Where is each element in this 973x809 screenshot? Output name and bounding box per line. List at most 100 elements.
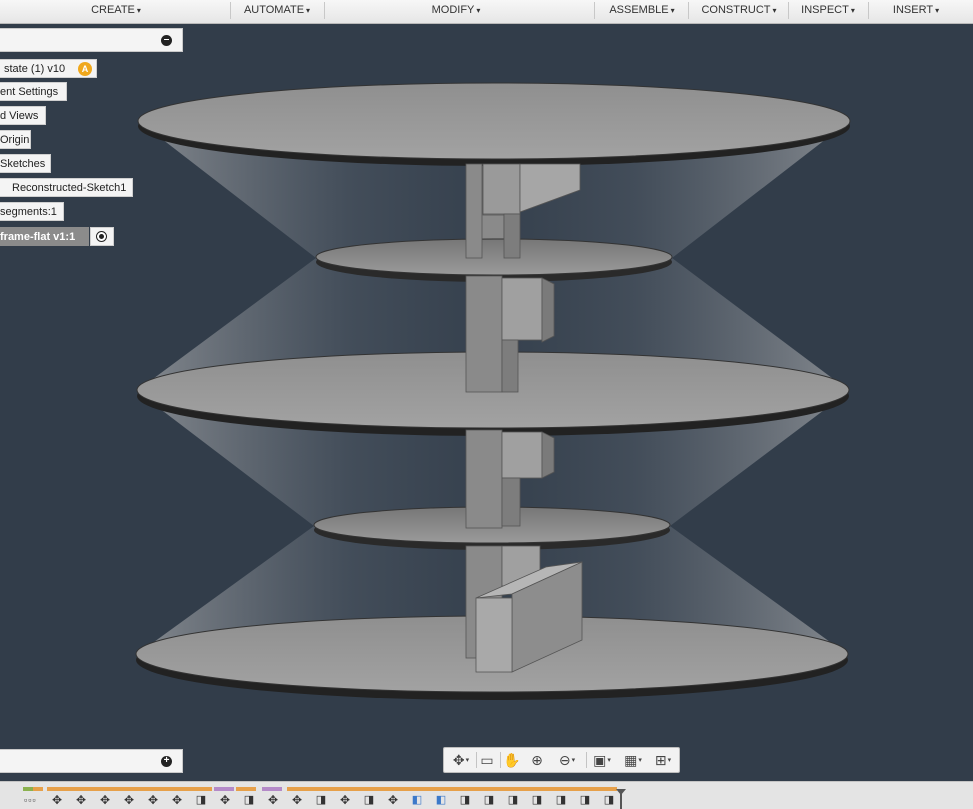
- timeline-band-feature: [262, 787, 282, 791]
- timeline-band-move: [287, 787, 617, 791]
- extrude-feature-icon[interactable]: ◨: [314, 794, 328, 806]
- fit-icon[interactable]: ⊖▾: [552, 751, 582, 769]
- activate-component-radio[interactable]: [90, 227, 114, 246]
- chevron-down-icon: ▾: [465, 757, 470, 765]
- warning-icon[interactable]: A: [78, 62, 92, 76]
- model-viewport[interactable]: [0, 23, 973, 749]
- extrude-feature-icon[interactable]: ◨: [506, 794, 520, 806]
- modify-menu-label: MODIFY: [431, 4, 475, 16]
- timeline-band-move: [33, 787, 43, 791]
- browser-node-settings[interactable]: ent Settings: [0, 82, 67, 101]
- browser-node-origin[interactable]: Origin: [0, 130, 31, 149]
- move-feature-icon[interactable]: ✥: [122, 794, 136, 806]
- extrude-feature-icon[interactable]: ◨: [242, 794, 256, 806]
- automate-menu[interactable]: AUTOMATE ▾: [232, 0, 322, 22]
- inspect-menu-label: INSPECT: [801, 4, 849, 16]
- navigation-bar: ✥▾ ▭ ✋ ⊕ ⊖▾ ▣▾ ▦▾ ⊞▾: [443, 747, 680, 773]
- browser-node-sketch[interactable]: Reconstructed-Sketch1: [0, 178, 133, 197]
- browser-root[interactable]: state (1) v10 A: [0, 59, 97, 78]
- move-feature-icon[interactable]: ✥: [218, 794, 232, 806]
- browser-node-label: d Views: [0, 110, 39, 122]
- extrude-feature-icon[interactable]: ◨: [530, 794, 544, 806]
- browser-node-label: Sketches: [0, 158, 46, 170]
- browser-node-named-views[interactable]: d Views: [0, 106, 46, 125]
- extrude-feature-icon[interactable]: ◨: [578, 794, 592, 806]
- extrude-feature-icon[interactable]: ◨: [482, 794, 496, 806]
- chevron-down-icon: ▾: [935, 6, 940, 15]
- browser-node-active-component[interactable]: frame-flat v1:1: [0, 227, 89, 246]
- create-menu[interactable]: CREATE ▾: [60, 0, 172, 22]
- move-feature-icon[interactable]: ✥: [74, 794, 88, 806]
- timeline-band-feature: [214, 787, 234, 791]
- toolbar-divider: [688, 2, 689, 19]
- top-toolbar: CREATE ▾ AUTOMATE ▾ MODIFY ▾ ASSEMBLE ▾ CONS…: [0, 0, 973, 24]
- move-feature-icon[interactable]: ✥: [386, 794, 400, 806]
- insert-menu-label: INSERT: [892, 4, 934, 16]
- extrude-feature-icon[interactable]: ◨: [194, 794, 208, 806]
- toolbar-divider: [788, 2, 789, 19]
- extrude-feature-icon[interactable]: ◨: [554, 794, 568, 806]
- viewports-icon[interactable]: ⊞▾: [649, 751, 677, 769]
- radio-icon: [96, 231, 107, 242]
- timeline[interactable]: ▫▫▫ ✥ ✥ ✥ ✥ ✥ ✥ ◨ ✥ ◨ ✥ ✥ ◨ ✥ ◨ ✥ ◧ ◧ ◨ ◨ ◨ ◨ ◨ ◨ ◨: [0, 781, 973, 809]
- pan-icon[interactable]: ✋: [502, 751, 522, 769]
- collapse-icon[interactable]: –: [161, 35, 172, 46]
- browser-node-label: Origin: [0, 134, 30, 146]
- extrude-feature-icon[interactable]: ◨: [362, 794, 376, 806]
- browser-root-label: state (1) v10: [4, 63, 66, 75]
- assemble-menu[interactable]: ASSEMBLE ▾: [598, 0, 686, 22]
- inspect-menu[interactable]: INSPECT ▾: [790, 0, 866, 22]
- browser-header[interactable]: –: [0, 28, 183, 52]
- browser-node-segments[interactable]: segments:1: [0, 202, 64, 221]
- chevron-down-icon: ▾: [607, 757, 611, 765]
- browser-node-label: ent Settings: [0, 86, 59, 98]
- move-feature-icon[interactable]: ✥: [290, 794, 304, 806]
- expand-icon[interactable]: +: [161, 756, 172, 767]
- insert-menu[interactable]: INSERT ▾: [872, 0, 960, 22]
- extrude-feature-icon[interactable]: ◨: [458, 794, 472, 806]
- extrude-feature-icon[interactable]: ◨: [602, 794, 616, 806]
- modify-menu[interactable]: MODIFY ▾: [400, 0, 512, 22]
- browser-node-sketches[interactable]: Sketches: [0, 154, 51, 173]
- timeline-band-move: [236, 787, 256, 791]
- timeline-band-sketch: [23, 787, 33, 791]
- move-feature-icon[interactable]: ✥: [146, 794, 160, 806]
- body-feature-icon[interactable]: ◧: [434, 794, 448, 806]
- toolbar-divider: [324, 2, 325, 19]
- timeline-marker[interactable]: [620, 790, 622, 809]
- grid-settings-icon[interactable]: ▦▾: [619, 751, 647, 769]
- chevron-down-icon: ▾: [772, 6, 777, 15]
- construct-menu[interactable]: CONSTRUCT ▾: [692, 0, 786, 22]
- move-feature-icon[interactable]: ✥: [338, 794, 352, 806]
- timeline-band-move: [47, 787, 212, 791]
- automate-menu-label: AUTOMATE: [243, 4, 305, 16]
- chevron-down-icon: ▾: [670, 6, 675, 15]
- display-settings-icon[interactable]: ▣▾: [588, 751, 616, 769]
- toolbar-divider: [594, 2, 595, 19]
- orbit-icon[interactable]: ✥▾: [447, 751, 475, 769]
- disc-small-upper: [315, 238, 673, 282]
- timeline-group-icon[interactable]: ▫▫▫: [24, 795, 37, 805]
- chevron-down-icon: ▾: [667, 757, 672, 765]
- create-menu-label: CREATE: [91, 4, 135, 16]
- chevron-down-icon: ▾: [136, 6, 141, 15]
- comments-panel[interactable]: +: [0, 749, 183, 773]
- browser-node-label: segments:1: [0, 206, 57, 218]
- nav-divider: [476, 752, 477, 768]
- zoom-icon[interactable]: ⊕: [526, 751, 548, 769]
- nav-divider: [586, 752, 587, 768]
- nav-divider: [500, 752, 501, 768]
- browser-node-label: Reconstructed-Sketch1: [12, 182, 127, 194]
- move-feature-icon[interactable]: ✥: [98, 794, 112, 806]
- move-feature-icon[interactable]: ✥: [266, 794, 280, 806]
- chevron-down-icon: ▾: [850, 6, 855, 15]
- assemble-menu-label: ASSEMBLE: [609, 4, 669, 16]
- look-at-icon[interactable]: ▭: [478, 751, 496, 769]
- chevron-down-icon: ▾: [306, 6, 311, 15]
- disc-top: [137, 82, 851, 166]
- toolbar-divider: [868, 2, 869, 19]
- body-feature-icon[interactable]: ◧: [410, 794, 424, 806]
- chevron-down-icon: ▾: [476, 6, 481, 15]
- move-feature-icon[interactable]: ✥: [50, 794, 64, 806]
- move-feature-icon[interactable]: ✥: [170, 794, 184, 806]
